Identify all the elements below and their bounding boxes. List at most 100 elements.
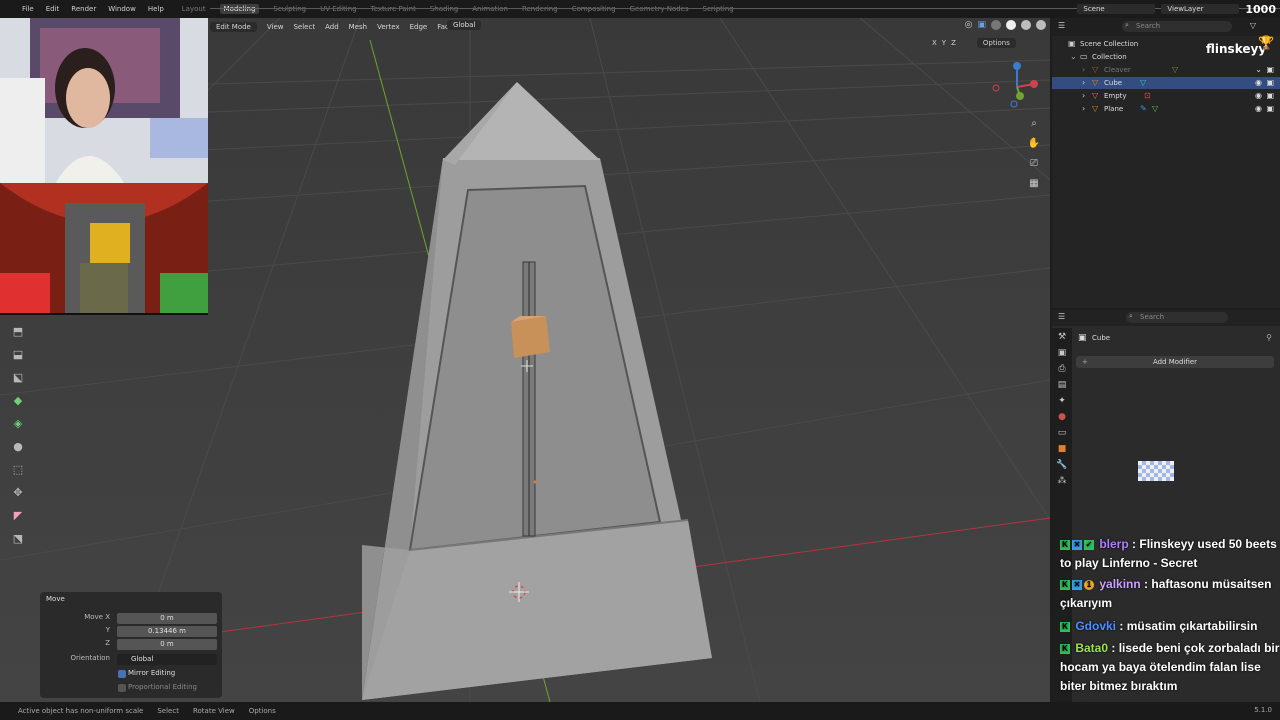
chevron-right-icon[interactable]: › xyxy=(1082,64,1085,76)
render-camera-icon[interactable]: ▣ xyxy=(1266,90,1274,102)
visibility-hidden-icon[interactable]: ⌄ xyxy=(1255,64,1262,76)
chevron-right-icon[interactable]: › xyxy=(1082,90,1085,102)
tab-sculpting[interactable]: Sculpting xyxy=(273,5,306,13)
menu-file[interactable]: File xyxy=(22,5,34,13)
tab-scripting[interactable]: Scripting xyxy=(703,5,734,13)
world-tab-icon[interactable]: ● xyxy=(1058,412,1066,422)
wireframe-shading-icon[interactable] xyxy=(991,20,1001,30)
mirror-editing-label: Mirror Editing xyxy=(128,669,176,677)
menu-vertex[interactable]: Vertex xyxy=(377,23,400,31)
camera-icon[interactable]: ⎚ xyxy=(1026,156,1042,170)
move-x-field[interactable]: 0 m xyxy=(117,613,217,624)
outliner-item-plane[interactable]: › ▽ Plane ✎ ▽ ◉ ▣ xyxy=(1052,103,1280,115)
rip-icon[interactable]: ⬔ xyxy=(8,529,28,547)
editor-type-icon[interactable]: ☰ xyxy=(1058,21,1065,30)
panel-title[interactable]: Move xyxy=(46,595,65,603)
move-z-field[interactable]: 0 m xyxy=(117,639,217,650)
knife-icon[interactable]: ◈ xyxy=(8,414,28,432)
axis-y-toggle[interactable]: Y xyxy=(942,39,946,47)
solid-shading-icon[interactable] xyxy=(1006,20,1016,30)
zoom-icon[interactable]: ⌕ xyxy=(1026,116,1042,130)
tab-modeling[interactable]: Modeling xyxy=(219,4,260,14)
tab-uv-editing[interactable]: UV Editing xyxy=(320,5,357,13)
outliner-search-input[interactable]: Search xyxy=(1122,21,1232,32)
axis-x-toggle[interactable]: X xyxy=(932,39,937,47)
bevel-icon[interactable]: ⬕ xyxy=(8,368,28,386)
proportional-editing-checkbox[interactable] xyxy=(118,684,126,692)
axis-z-toggle[interactable]: Z xyxy=(951,39,956,47)
visibility-eye-icon[interactable]: ◉ xyxy=(1255,77,1262,89)
transform-orientation[interactable]: Global xyxy=(447,20,482,30)
menu-edge[interactable]: Edge xyxy=(410,23,428,31)
mode-selector[interactable]: Edit Mode xyxy=(210,22,257,32)
collection-tab-icon[interactable]: ▭ xyxy=(1058,428,1067,438)
options-button[interactable]: Options xyxy=(976,38,1016,48)
menu-view[interactable]: View xyxy=(267,23,284,31)
chevron-right-icon[interactable]: › xyxy=(1082,77,1085,89)
shear-icon[interactable]: ◤ xyxy=(8,506,28,524)
tab-rendering[interactable]: Rendering xyxy=(522,5,558,13)
object-tab-icon[interactable]: ■ xyxy=(1058,444,1067,454)
chevron-right-icon[interactable]: › xyxy=(1082,103,1085,115)
orientation-dropdown[interactable]: Global xyxy=(117,654,217,665)
pin-icon[interactable]: ⚲ xyxy=(1266,333,1272,342)
render-camera-icon[interactable]: ▣ xyxy=(1266,103,1274,115)
output-tab-icon[interactable]: ⎙ xyxy=(1058,364,1065,374)
collection-icon: ▭ xyxy=(1080,52,1088,61)
editor-type-icon[interactable]: ☰ xyxy=(1058,312,1065,321)
particles-tab-icon[interactable]: ⁂ xyxy=(1058,476,1067,486)
xray-icon[interactable]: ▣ xyxy=(977,20,986,30)
menu-help[interactable]: Help xyxy=(148,5,164,13)
view-layer-tab-icon[interactable]: ▤ xyxy=(1058,380,1067,390)
mirror-editing-checkbox[interactable] xyxy=(118,670,126,678)
extrude-icon[interactable]: ⬒ xyxy=(8,322,28,340)
menu-mesh[interactable]: Mesh xyxy=(349,23,367,31)
search-icon: ⌕ xyxy=(1125,21,1129,29)
smooth-icon[interactable]: ✥ xyxy=(8,483,28,501)
overlay-icon[interactable]: ◎ xyxy=(965,20,973,30)
scene-selector[interactable]: Scene xyxy=(1077,4,1156,14)
filter-icon[interactable]: ▽ xyxy=(1250,21,1256,30)
tab-animation[interactable]: Animation xyxy=(472,5,508,13)
add-modifier-button[interactable]: + Add Modifier xyxy=(1076,356,1274,368)
plus-icon: + xyxy=(1082,358,1088,366)
grid-view-icon[interactable]: ▦ xyxy=(1026,176,1042,190)
search-icon: ⌕ xyxy=(1129,312,1133,320)
tool-tab-icon[interactable]: ⚒ xyxy=(1058,332,1066,342)
properties-search-input[interactable]: Search xyxy=(1126,312,1228,323)
tab-compositing[interactable]: Compositing xyxy=(572,5,616,13)
poly-build-icon[interactable]: ● xyxy=(8,437,28,455)
visibility-eye-icon[interactable]: ◉ xyxy=(1255,103,1262,115)
loop-cut-icon[interactable]: ◆ xyxy=(8,391,28,409)
outliner-item-cleaver[interactable]: › ▽ Cleaver ▽ ⌄ ▣ xyxy=(1052,64,1280,76)
move-y-field[interactable]: 0.13446 m xyxy=(117,626,217,637)
scene-tab-icon[interactable]: ✦ xyxy=(1058,396,1066,406)
menu-edit[interactable]: Edit xyxy=(46,5,60,13)
spin-icon[interactable]: ⬚ xyxy=(8,460,28,478)
render-tab-icon[interactable]: ▣ xyxy=(1058,348,1067,358)
render-camera-icon[interactable]: ▣ xyxy=(1266,77,1274,89)
outliner-item-cube[interactable]: › ▽ Cube ▽ ◉ ▣ xyxy=(1052,77,1280,89)
visibility-eye-icon[interactable]: ◉ xyxy=(1255,90,1262,102)
item-label: Cleaver xyxy=(1104,66,1131,74)
expand-icon[interactable]: ⌄ xyxy=(1070,51,1077,63)
outliner-item-empty[interactable]: › ▽ Empty ⊡ ◉ ▣ xyxy=(1052,90,1280,102)
menu-add[interactable]: Add xyxy=(325,23,339,31)
inset-icon[interactable]: ⬓ xyxy=(8,345,28,363)
rendered-shading-icon[interactable] xyxy=(1036,20,1046,30)
menu-render[interactable]: Render xyxy=(71,5,96,13)
tab-geometry-nodes[interactable]: Geometry Nodes xyxy=(630,5,689,13)
pan-hand-icon[interactable]: ✋ xyxy=(1026,136,1042,150)
tab-shading[interactable]: Shading xyxy=(430,5,458,13)
tab-texture-paint[interactable]: Texture Paint xyxy=(371,5,416,13)
menu-window[interactable]: Window xyxy=(108,5,136,13)
tab-layout[interactable]: Layout xyxy=(182,5,206,13)
menu-select[interactable]: Select xyxy=(293,23,315,31)
navigation-gizmo[interactable] xyxy=(990,60,1044,114)
material-shading-icon[interactable] xyxy=(1021,20,1031,30)
modifiers-tab-icon[interactable]: 🔧 xyxy=(1056,460,1067,470)
render-camera-icon[interactable]: ▣ xyxy=(1266,64,1274,76)
outliner-panel: ☰ Search ⌕ ▽ ▣ Scene Collection ⌄ ▭ Coll… xyxy=(1052,18,1280,308)
properties-header: ☰ Search ⌕ xyxy=(1052,310,1280,326)
view-layer-selector[interactable]: ViewLayer xyxy=(1161,4,1240,14)
